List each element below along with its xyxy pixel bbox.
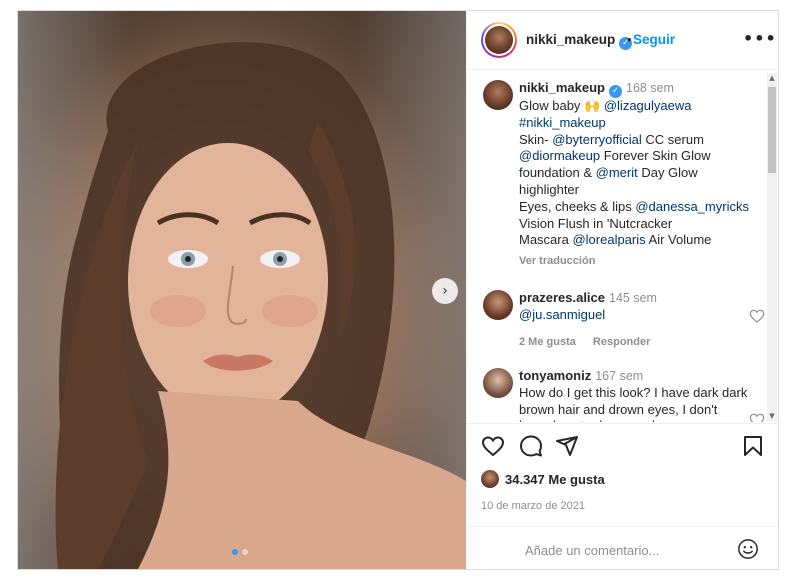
author-avatar[interactable]: [485, 26, 513, 54]
scroll-down-icon[interactable]: ▼: [768, 412, 776, 420]
caption-body: nikki_makeup ✓ 168 sem Glow baby 🙌 @lizagu…: [519, 80, 751, 270]
emoji-icon[interactable]: [737, 538, 759, 560]
add-comment-bar: [467, 526, 779, 571]
caption-text: Mascara: [519, 232, 573, 248]
caption-time[interactable]: 168 sem: [626, 81, 674, 95]
comment-body: tonyamoniz 167 sem How do I get this look…: [519, 368, 751, 422]
caption-text: Eyes, cheeks & lips: [519, 198, 636, 214]
carousel-dot: [242, 549, 248, 555]
comments-list[interactable]: nikki_makeup ✓ 168 sem Glow baby 🙌 @lizagu…: [467, 70, 779, 422]
follow-button[interactable]: Seguir: [633, 32, 675, 47]
author-username-text[interactable]: nikki_makeup: [526, 32, 615, 47]
post-header: nikki_makeup ✓ • Seguir •••: [467, 11, 779, 70]
verified-icon: ✓: [609, 85, 622, 98]
comment-icon[interactable]: [519, 434, 543, 458]
share-icon[interactable]: [555, 434, 579, 458]
caption-text: Air Volume: [645, 232, 712, 248]
carousel-indicator: [232, 549, 248, 555]
scrollbar-thumb[interactable]: [768, 87, 776, 173]
mention-link[interactable]: @danessa_myricks: [635, 199, 749, 214]
likes-count[interactable]: 34.347 Me gusta: [481, 470, 605, 488]
scroll-up-icon[interactable]: ▲: [768, 74, 776, 82]
portrait-illustration: [55, 42, 466, 569]
post-sidebar: nikki_makeup ✓ • Seguir ••• nikki_makeup ✓…: [466, 11, 779, 569]
more-icon[interactable]: •••: [743, 29, 777, 48]
caption-avatar[interactable]: [483, 80, 513, 110]
post-photo[interactable]: ›: [18, 11, 466, 569]
comment-likes[interactable]: 2 Me gusta: [519, 336, 576, 348]
caption-text: Glow baby 🙌: [519, 98, 604, 113]
mention-link[interactable]: @byterryofficial: [552, 132, 642, 147]
story-ring[interactable]: [481, 22, 517, 58]
mention-link[interactable]: @lorealparis: [572, 232, 645, 247]
caption-meta: Ver traducción: [519, 253, 751, 270]
mention-link[interactable]: @diormakeup: [519, 148, 600, 163]
likes-text[interactable]: 34.347 Me gusta: [505, 472, 605, 487]
comment-username[interactable]: tonyamoniz: [519, 368, 591, 383]
heart-icon[interactable]: [481, 434, 505, 458]
comment-avatar[interactable]: [483, 368, 513, 398]
next-photo-button[interactable]: ›: [432, 278, 458, 304]
bookmark-icon[interactable]: [741, 434, 765, 458]
comment-text: How do I get this look? I have dark dark…: [519, 384, 748, 422]
reply-button[interactable]: Responder: [593, 336, 650, 348]
caption-text: CC serum: [641, 131, 704, 147]
comment-input[interactable]: [523, 539, 727, 561]
author-username[interactable]: nikki_makeup ✓: [526, 32, 633, 50]
comment-body: prazeres.alice 145 sem @ju.sanmiguel 2 Me…: [519, 290, 751, 350]
carousel-dot-active: [232, 549, 238, 555]
translate-button[interactable]: Ver traducción: [519, 255, 595, 267]
chevron-right-icon: ›: [442, 283, 448, 299]
header-separator: •: [627, 32, 632, 47]
mention-link[interactable]: @ju.sanmiguel: [519, 307, 605, 322]
comment-avatar[interactable]: [483, 290, 513, 320]
post-card: › nikki_makeup✓ • Seguir ••• nikki_make: [17, 10, 779, 570]
liker-avatar: [481, 470, 499, 488]
comment-meta: 2 Me gusta Responder: [519, 334, 751, 351]
mention-link[interactable]: @merit: [596, 165, 638, 180]
comment-time[interactable]: 145 sem: [609, 291, 657, 305]
heart-icon[interactable]: [749, 308, 765, 324]
caption-username[interactable]: nikki_makeup: [519, 80, 605, 95]
caption-text: Skin-: [519, 131, 553, 147]
post-date: 10 de marzo de 2021: [481, 500, 585, 512]
caption-text: Vision Flush in 'Nutcracker: [519, 215, 673, 231]
hashtag-link[interactable]: #nikki_makeup: [519, 115, 606, 130]
mention-link[interactable]: @lizagulyaewa: [604, 98, 692, 113]
comment-time[interactable]: 167 sem: [595, 369, 643, 383]
post-actions: 34.347 Me gusta 10 de marzo de 2021: [467, 423, 779, 570]
heart-icon[interactable]: [749, 412, 765, 422]
comment-username[interactable]: prazeres.alice: [519, 290, 605, 305]
comments-scrollbar[interactable]: ▲ ▼: [767, 73, 777, 421]
